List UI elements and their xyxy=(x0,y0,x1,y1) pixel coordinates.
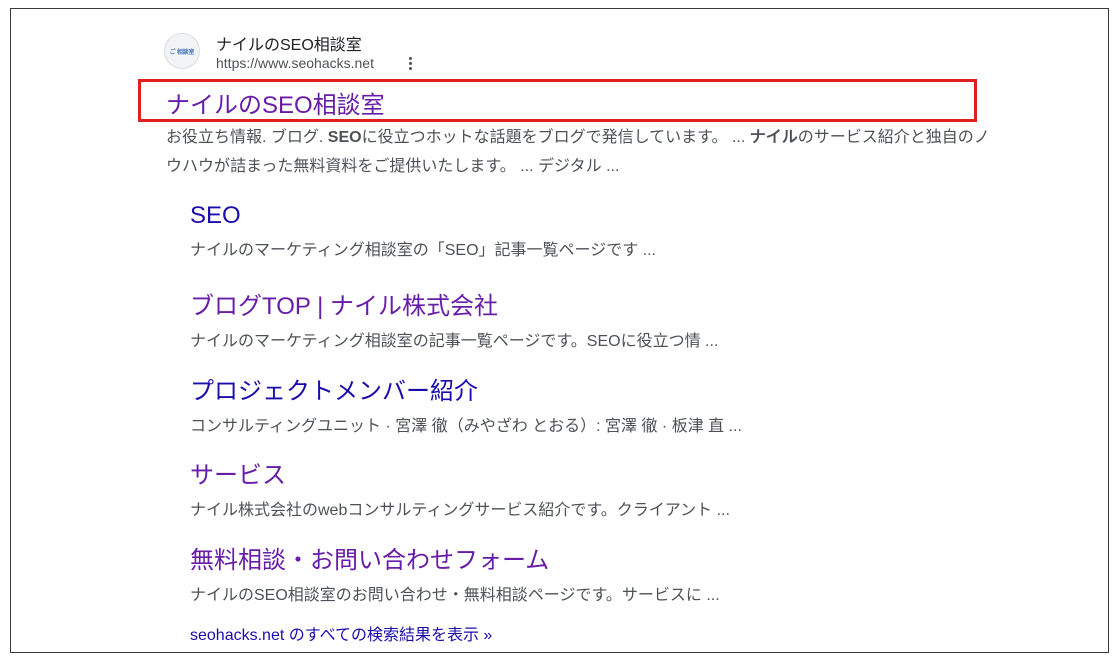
sitelink-desc: ナイル株式会社のwebコンサルティングサービス紹介です。クライアント ... xyxy=(190,502,730,519)
sitelink-project-members: プロジェクトメンバー紹介 コンサルティングユニット · 宮澤 徹（みやざわ とお… xyxy=(190,371,990,436)
site-name[interactable]: ナイルのSEO相談室 xyxy=(216,31,362,55)
snippet-text-1: お役立ち情報. ブログ. xyxy=(166,129,328,146)
snippet-keyword-seo: SEO xyxy=(327,129,362,146)
sitelink-desc: ナイルのマーケティング相談室の「SEO」記事一覧ページです ... xyxy=(190,242,656,259)
snippet-text-2: に役立つホットな話題をブログで発信しています。 ... xyxy=(361,129,750,146)
snippet-keyword-nile: ナイル xyxy=(749,129,798,146)
more-results-link[interactable]: seohacks.net のすべての検索結果を表示 » xyxy=(190,621,492,645)
sitelink-desc: コンサルティングユニット · 宮澤 徹（みやざわ とおる）: 宮澤 徹 · 板津… xyxy=(190,418,742,435)
site-header[interactable]: ご 相談室 ナイルのSEO相談室 https://www.seohacks.ne… xyxy=(164,31,564,75)
favicon-text: ご 相談室 xyxy=(169,49,195,56)
sitelink-desc: ナイルのSEO相談室のお問い合わせ・無料相談ページです。サービスに ... xyxy=(190,587,720,604)
sitelink-blog-top: ブログTOP | ナイル株式会社 ナイルのマーケティング相談室の記事一覧ページで… xyxy=(190,286,990,351)
sitelink-title[interactable]: プロジェクトメンバー紹介 xyxy=(190,371,990,406)
sitelink-services: サービス ナイル株式会社のwebコンサルティングサービス紹介です。クライアント … xyxy=(190,455,990,520)
sitelink-contact-form: 無料相談・お問い合わせフォーム ナイルのSEO相談室のお問い合わせ・無料相談ペー… xyxy=(190,540,990,605)
sitelink-title[interactable]: SEO xyxy=(190,202,990,230)
sitelink-title[interactable]: ブログTOP | ナイル株式会社 xyxy=(190,286,990,321)
sitelink-title[interactable]: 無料相談・お問い合わせフォーム xyxy=(190,540,990,575)
site-url[interactable]: https://www.seohacks.net xyxy=(216,55,374,71)
site-favicon: ご 相談室 xyxy=(164,33,200,69)
sitelink-seo: SEO ナイルのマーケティング相談室の「SEO」記事一覧ページです ... xyxy=(190,202,990,260)
sitelink-desc: ナイルのマーケティング相談室の記事一覧ページです。SEOに役立つ情 ... xyxy=(190,333,719,350)
result-snippet: お役立ち情報. ブログ. SEOに役立つホットな話題をブログで発信しています。 … xyxy=(166,123,996,181)
more-options-icon[interactable] xyxy=(404,55,416,73)
sitelink-title[interactable]: サービス xyxy=(190,455,990,490)
result-title-link[interactable]: ナイルのSEO相談室 xyxy=(166,85,385,120)
